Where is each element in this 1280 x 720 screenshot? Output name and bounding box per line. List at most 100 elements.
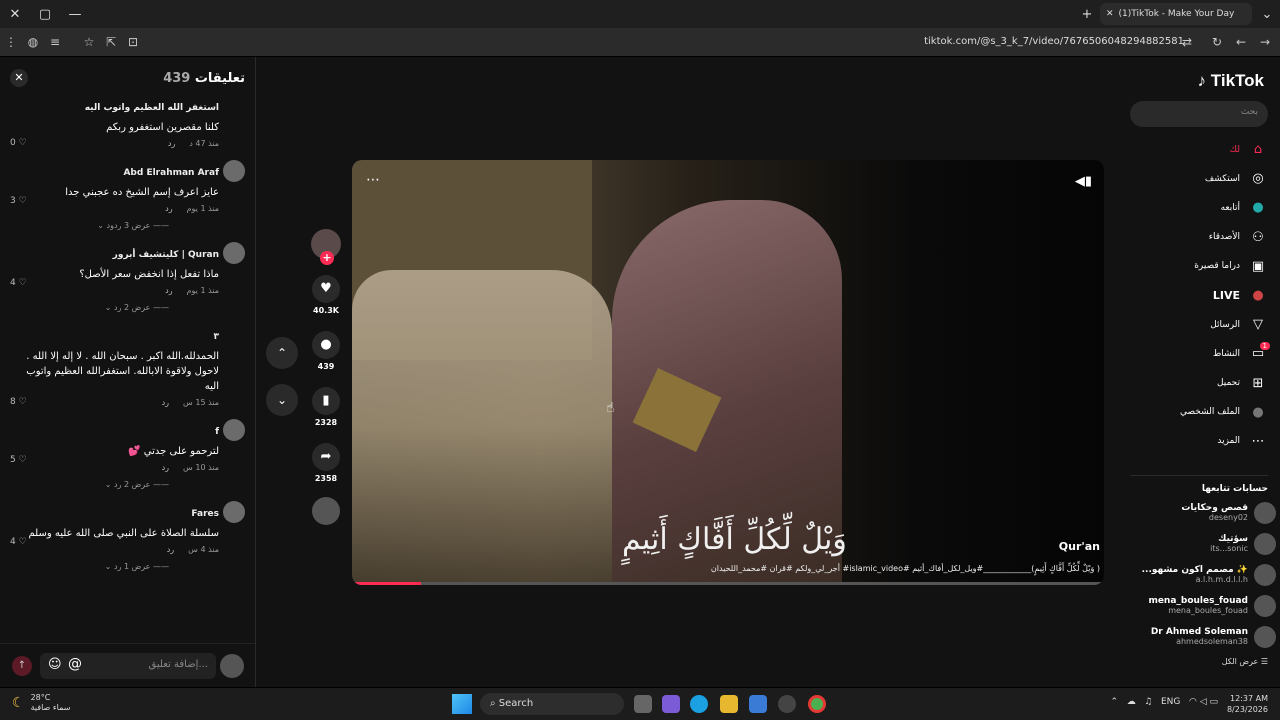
sidebar-item-following[interactable]: ● أتابعه	[1130, 193, 1268, 222]
reply-button[interactable]: رد	[162, 463, 169, 472]
chrome-icon[interactable]	[808, 695, 826, 713]
close-window-icon[interactable]: ✕	[0, 7, 30, 22]
search-input[interactable]: بحث	[1130, 101, 1268, 127]
comment-author[interactable]: Abd Elrahman Araf	[123, 168, 219, 178]
back-icon[interactable]: →	[1254, 35, 1276, 49]
comment-like-button[interactable]: 8 ♡	[10, 397, 27, 407]
sidebar-item-drama[interactable]: ▣ دراما قصيرة	[1130, 252, 1268, 281]
chevron-up-icon[interactable]: ⌃	[1111, 697, 1119, 707]
share-button[interactable]: ➦	[312, 443, 340, 471]
microphone-icon[interactable]: ♫	[1144, 697, 1152, 707]
comment-like-button[interactable]: 5 ♡	[10, 455, 27, 465]
sidebar-item-activity[interactable]: ▭ 1 النشاط	[1130, 339, 1270, 368]
edge-icon[interactable]	[690, 695, 708, 713]
comment-author[interactable]: ٣	[214, 332, 220, 342]
following-account[interactable]: Dr Ahmed Soleman ahmedsoleman38	[1130, 621, 1276, 652]
sidebar-item-live[interactable]: ● LIVE	[1130, 281, 1268, 310]
avatar[interactable]	[223, 160, 245, 182]
following-account[interactable]: سؤتيك its...sonic	[1130, 528, 1276, 559]
taskbar-search[interactable]: ⌕ Search	[480, 693, 624, 715]
app-icon[interactable]	[778, 695, 796, 713]
avatar[interactable]	[223, 242, 245, 264]
comment-like-button[interactable]: 3 ♡	[10, 196, 27, 206]
sidebar-item-explore[interactable]: ◎ استكشف	[1130, 164, 1268, 193]
sidebar-item-upload[interactable]: ⊞ تحميل	[1130, 369, 1268, 398]
view-replies-button[interactable]: —— عرض 2 رد ⌄	[10, 480, 219, 489]
comment-author[interactable]: f	[215, 427, 219, 437]
volume-icon[interactable]: ◀▮	[1075, 174, 1092, 189]
minimize-icon[interactable]: —	[60, 7, 90, 22]
video-player[interactable]: ⋯ ◀▮ ☝ وَيْلٌ لِّكُلِّ أَفَّاكٍ أَثِيمٍ …	[352, 160, 1104, 585]
share-icon[interactable]: ⇱	[100, 35, 122, 49]
next-video-button[interactable]: ⌄	[266, 384, 298, 416]
maximize-icon[interactable]: ▢	[30, 7, 60, 22]
sidebar-item-friends[interactable]: ⚇ الأصدقاء	[1130, 223, 1268, 252]
view-replies-button[interactable]: —— عرض 3 ردود ⌄	[10, 221, 219, 230]
battery-icon[interactable]: ▭	[1209, 697, 1218, 707]
store-icon[interactable]	[749, 695, 767, 713]
following-account[interactable]: ✨ مصمم اكون مشهو... a.l.h.m.d.l.l.h	[1130, 559, 1276, 590]
comment-button[interactable]: ●	[312, 331, 340, 359]
mention-icon[interactable]: @	[68, 656, 82, 672]
bookmark-star-icon[interactable]: ☆	[78, 35, 100, 49]
speaker-icon[interactable]: ◁	[1200, 697, 1207, 707]
menu-icon[interactable]: ⋮	[0, 35, 22, 49]
copilot-icon[interactable]	[662, 695, 680, 713]
following-account[interactable]: mena_boules_fouad mena_boules_fouad	[1130, 590, 1276, 621]
file-explorer-icon[interactable]	[720, 695, 738, 713]
taskbar-clock[interactable]: 12:37 AM 8/23/2026	[1227, 693, 1268, 715]
following-account[interactable]: قصص وحكايات deseny02	[1130, 497, 1276, 528]
cast-icon[interactable]: ⇄	[1176, 35, 1198, 49]
post-comment-button[interactable]: ↑	[12, 656, 32, 676]
avatar[interactable]	[223, 419, 245, 441]
like-button[interactable]: ♥	[312, 275, 340, 303]
reply-button[interactable]: رد	[162, 398, 169, 407]
sidebar-item-for-you[interactable]: ⌂ لك	[1130, 135, 1268, 164]
video-progress-bar[interactable]	[354, 582, 1102, 585]
comment-author[interactable]: Quran | كليتشيف أبرور	[113, 250, 219, 260]
close-tab-icon[interactable]: ✕	[1106, 9, 1114, 19]
see-all-button[interactable]: ☰ عرض الكل	[1222, 657, 1268, 666]
view-replies-button[interactable]: —— عرض 2 رد ⌄	[10, 303, 219, 312]
more-options-icon[interactable]: ⋯	[366, 172, 380, 188]
windows-start-button[interactable]	[452, 694, 472, 714]
creator-avatar[interactable]: +	[311, 229, 341, 265]
language-indicator[interactable]: ENG	[1161, 697, 1180, 707]
sidebar-item-profile[interactable]: ● الملف الشخصي	[1130, 398, 1268, 427]
previous-video-button[interactable]: ⌃	[266, 337, 298, 369]
reply-button[interactable]: رد	[165, 286, 172, 295]
reply-button[interactable]: رد	[165, 204, 172, 213]
reply-button[interactable]: رد	[168, 139, 175, 148]
cloud-icon[interactable]: ☁	[1127, 697, 1136, 707]
reload-icon[interactable]: ↻	[1206, 35, 1228, 49]
weather-widget[interactable]: ☾ 28°C سماء صافية	[12, 693, 70, 713]
save-button[interactable]: ▮	[312, 387, 340, 415]
comment-author[interactable]: Fares	[191, 509, 219, 519]
reply-button[interactable]: رد	[167, 545, 174, 554]
comment-like-button[interactable]: 0 ♡	[10, 138, 27, 148]
forward-icon[interactable]: ←	[1230, 35, 1252, 49]
avatar[interactable]	[223, 501, 245, 523]
extensions-icon[interactable]: ◍	[22, 35, 44, 49]
close-comments-button[interactable]: ✕	[10, 69, 28, 87]
new-tab-icon[interactable]: +	[1072, 7, 1102, 22]
comment-author[interactable]: استغفر الله العظيم واتوب اليه	[85, 103, 219, 113]
follow-plus-icon[interactable]: +	[320, 251, 334, 265]
browser-tab[interactable]: ✕ (1)TikTok - Make Your Day	[1100, 3, 1252, 25]
task-view-icon[interactable]	[634, 695, 652, 713]
sidebar-item-messages[interactable]: ▽ الرسائل	[1130, 310, 1268, 339]
tab-search-icon[interactable]: ⌄	[1252, 7, 1280, 22]
comment-input[interactable]: إضافة تعليق...	[40, 653, 216, 679]
tiktok-logo[interactable]: ♪ TikTok	[1198, 71, 1264, 91]
install-icon[interactable]: ⊡	[122, 35, 144, 49]
comment-like-button[interactable]: 4 ♡	[10, 278, 27, 288]
emoji-icon[interactable]: ☺	[48, 657, 62, 672]
reading-icon[interactable]: ≡	[44, 35, 66, 49]
view-replies-button[interactable]: —— عرض 1 رد ⌄	[10, 562, 219, 571]
url-field[interactable]: tiktok.com/@s_3_k_7/video/76765060482948…	[924, 36, 1184, 47]
video-author[interactable]: Qur'an	[1059, 540, 1100, 553]
wifi-icon[interactable]: ◠	[1189, 697, 1197, 707]
comment-like-button[interactable]: 4 ♡	[10, 537, 27, 547]
sidebar-item-more[interactable]: ⋯ المزيد	[1130, 427, 1268, 456]
music-disc[interactable]	[312, 497, 340, 525]
